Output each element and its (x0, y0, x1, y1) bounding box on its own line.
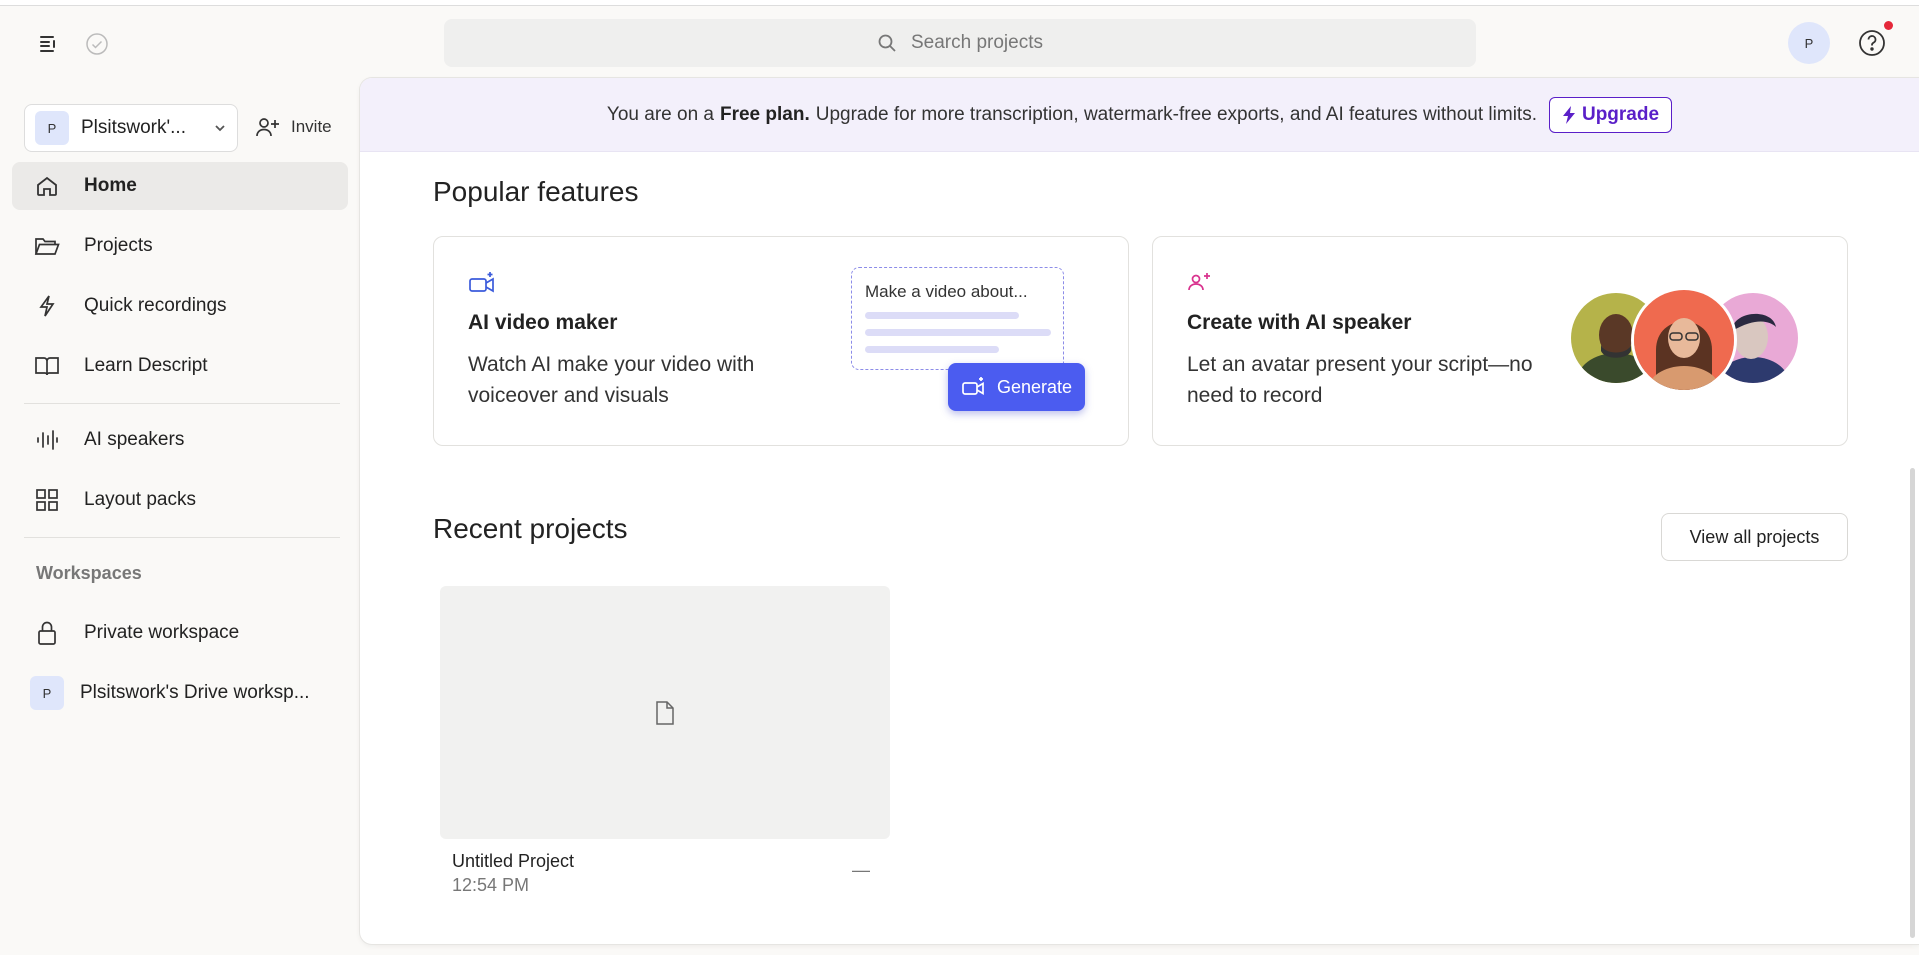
sidebar-item-label: Quick recordings (84, 295, 227, 316)
video-sparkle-icon (468, 271, 496, 295)
folder-icon (34, 233, 60, 259)
banner-prefix: You are on a (606, 103, 714, 125)
sidebar-item-label: Learn Descript (84, 355, 208, 376)
feature-card-ai-video-maker[interactable]: AI video maker Watch AI make your video … (433, 236, 1129, 446)
project-name[interactable]: Untitled Project (452, 851, 574, 872)
sidebar-item-home[interactable]: Home (12, 162, 348, 210)
card-description: Let an avatar present your script—no nee… (1187, 353, 1533, 407)
sidebar-item-learn-descript[interactable]: Learn Descript (12, 342, 348, 390)
grid-icon (34, 487, 60, 513)
placeholder-line (865, 346, 999, 353)
workspace-avatar: P (30, 676, 64, 710)
scrollbar[interactable] (1910, 468, 1915, 938)
sidebar-item-label: AI speakers (84, 429, 185, 450)
book-icon (34, 353, 60, 379)
sidebar-divider (24, 403, 340, 404)
avatar-woman-image (1631, 287, 1737, 393)
project-meta: — (852, 860, 870, 880)
waveform-icon (34, 427, 60, 453)
sidebar-item-label: Projects (84, 235, 153, 256)
search-placeholder: Search projects (910, 32, 1043, 53)
help-icon[interactable] (1857, 28, 1887, 58)
search-icon (877, 33, 897, 53)
notification-dot (1884, 21, 1893, 30)
team-selector[interactable]: P Plsitswork'... (24, 104, 238, 152)
banner-message: Upgrade for more transcription, watermar… (815, 103, 1537, 125)
card-title: AI video maker (468, 311, 618, 334)
team-name: Plsitswork'... (81, 117, 186, 138)
sidebar-divider (24, 537, 340, 538)
bolt-icon (1562, 105, 1576, 124)
project-thumbnail[interactable] (440, 586, 890, 839)
invite-label: Invite (291, 117, 332, 136)
bolt-icon (34, 293, 60, 319)
prompt-text: Make a video about... (865, 282, 1028, 301)
sidebar-item-label: Layout packs (84, 489, 196, 510)
lock-icon (34, 620, 60, 646)
popular-features-title: Popular features (433, 176, 639, 207)
home-icon (34, 173, 60, 199)
file-icon (655, 700, 675, 725)
sidebar-item-label: Private workspace (84, 622, 240, 643)
sidebar-item-private-workspace[interactable]: Private workspace (12, 609, 348, 657)
sidebar-item-layout-packs[interactable]: Layout packs (12, 476, 348, 524)
team-avatar: P (35, 111, 69, 145)
view-all-projects-button[interactable]: View all projects (1661, 513, 1848, 561)
sidebar-item-label: Plsitswork's Drive worksp... (80, 682, 310, 703)
plan-banner: You are on a Free plan. Upgrade for more… (360, 78, 1919, 152)
sidebar-item-quick-recordings[interactable]: Quick recordings (12, 282, 348, 330)
add-user-icon (255, 116, 281, 138)
chevron-down-icon (213, 121, 227, 135)
sidebar-item-projects[interactable]: Projects (12, 222, 348, 270)
user-avatar[interactable]: P (1788, 22, 1830, 64)
sync-status-icon (83, 30, 111, 58)
search-input[interactable]: Search projects (444, 19, 1476, 67)
sidebar-item-drive-workspace[interactable]: P Plsitswork's Drive worksp... (12, 669, 348, 717)
invite-button[interactable]: Invite (255, 112, 332, 142)
card-title: Create with AI speaker (1187, 311, 1412, 334)
recent-projects-title: Recent projects (433, 513, 628, 544)
upgrade-button[interactable]: Upgrade (1548, 96, 1673, 133)
window-top-border (0, 0, 1919, 6)
menu-icon[interactable] (34, 30, 62, 58)
workspaces-heading: Workspaces (36, 563, 142, 583)
project-time: 12:54 PM (452, 875, 530, 895)
placeholder-line (865, 312, 1019, 319)
generate-button[interactable]: Generate (948, 363, 1085, 411)
person-sparkle-icon (1187, 271, 1213, 293)
banner-plan: Free plan. (719, 103, 810, 125)
card-description: Watch AI make your video with voiceover … (468, 353, 755, 407)
prompt-preview: Make a video about... (851, 267, 1064, 370)
feature-card-ai-speaker[interactable]: Create with AI speaker Let an avatar pre… (1152, 236, 1848, 446)
main-panel: You are on a Free plan. Upgrade for more… (360, 78, 1919, 944)
video-sparkle-icon (961, 376, 987, 398)
sidebar-item-label: Home (84, 175, 137, 196)
generate-label: Generate (996, 376, 1073, 397)
upgrade-label: Upgrade (1581, 103, 1660, 125)
sidebar-item-ai-speakers[interactable]: AI speakers (12, 416, 348, 464)
placeholder-line (865, 329, 1051, 336)
